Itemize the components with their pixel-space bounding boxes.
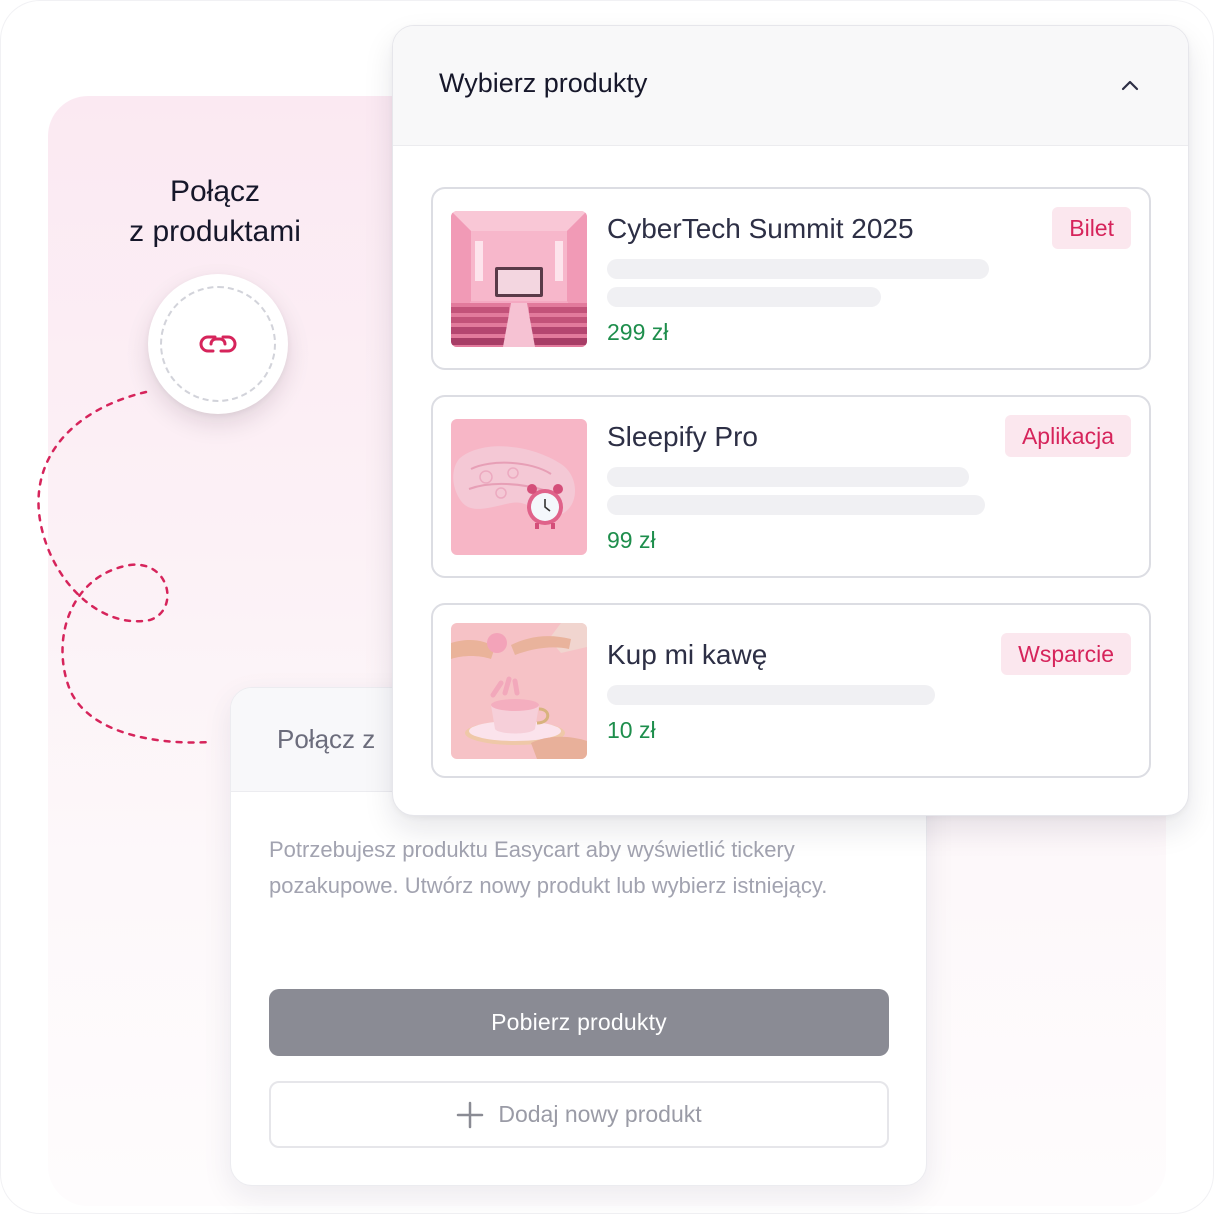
sleep-mask-clock-image xyxy=(451,419,587,555)
product-name: Sleepify Pro xyxy=(607,421,758,452)
product-type-badge: Wsparcie xyxy=(1001,633,1131,675)
plus-icon xyxy=(457,1101,484,1128)
product-name: CyberTech Summit 2025 xyxy=(607,213,914,244)
fetch-products-button[interactable]: Pobierz produkty xyxy=(269,989,889,1056)
dropdown-header[interactable]: Wybierz produkty xyxy=(393,26,1188,146)
placeholder-line xyxy=(607,259,989,279)
product-price: 99 zł xyxy=(607,527,656,553)
placeholder-line xyxy=(607,495,985,515)
product-name: Kup mi kawę xyxy=(607,639,768,670)
placeholder-line xyxy=(607,287,881,307)
product-price: 10 zł xyxy=(607,717,656,743)
product-type-badge: Bilet xyxy=(1052,207,1131,249)
placeholder-line xyxy=(607,467,969,487)
dropdown-title: Wybierz produkty xyxy=(439,68,648,98)
add-new-product-button[interactable]: Dodaj nowy produkt xyxy=(269,1081,889,1148)
product-item-sleepify[interactable]: Sleepify Pro Aplikacja 99 zł xyxy=(431,395,1151,578)
coffee-cup-image xyxy=(451,623,587,759)
chevron-up-icon[interactable] xyxy=(1118,74,1142,98)
select-products-dropdown: Wybierz produkty CyberTech Summit 2025 B… xyxy=(392,25,1189,816)
dashed-connector-curve xyxy=(37,390,212,744)
conference-hall-image xyxy=(451,211,587,347)
fetch-products-label: Pobierz produkty xyxy=(491,1009,667,1035)
product-type-badge: Aplikacja xyxy=(1004,415,1131,457)
product-item-coffee[interactable]: Kup mi kawę Wsparcie 10 zł xyxy=(431,603,1151,778)
placeholder-line xyxy=(607,685,935,705)
product-price: 299 zł xyxy=(607,319,669,345)
connect-card-description: Potrzebujesz produktu Easycart aby wyświ… xyxy=(269,837,828,898)
product-item-cybertech[interactable]: CyberTech Summit 2025 Bilet 299 zł xyxy=(431,187,1151,370)
connect-card-title: Połącz z xyxy=(277,724,376,754)
add-new-product-label: Dodaj nowy produkt xyxy=(498,1101,702,1127)
